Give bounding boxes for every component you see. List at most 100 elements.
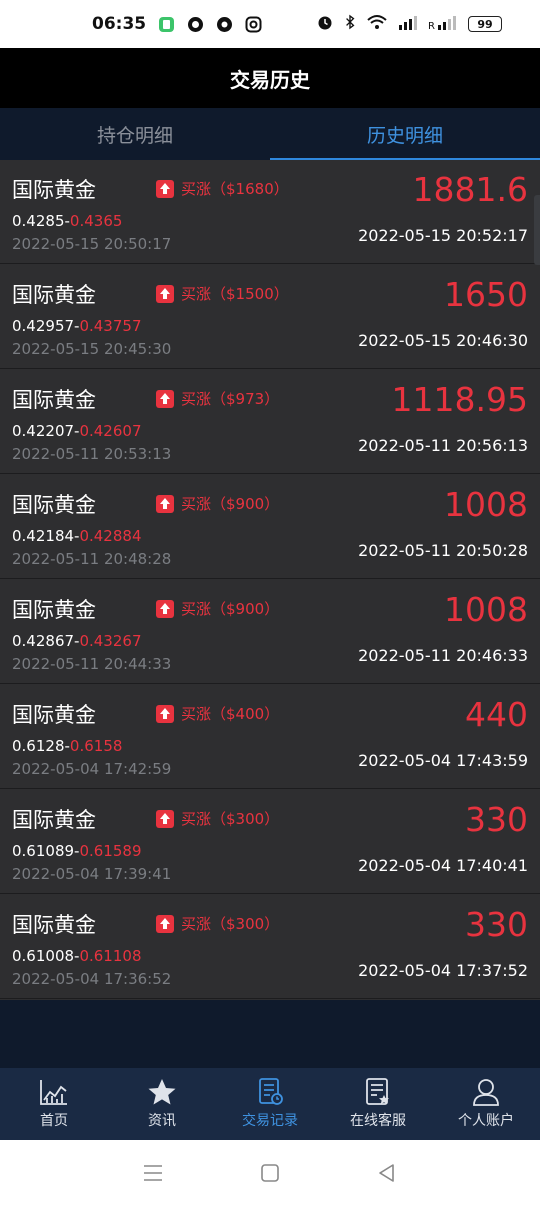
- chrome-icon: [216, 16, 233, 33]
- tab-bar: 持仓明细 历史明细: [0, 108, 540, 160]
- instagram-icon: [245, 16, 262, 33]
- alarm-icon: [316, 13, 334, 35]
- instrument-name: 国际黄金: [12, 913, 96, 937]
- close-time: 2022-05-04 17:37:52: [358, 961, 528, 980]
- price-range: 0.42207-0.42607: [12, 422, 142, 440]
- status-bar: 06:35 R 99: [0, 0, 540, 48]
- chart-icon: [39, 1078, 69, 1106]
- trade-history-list: 国际黄金 买涨（$1680） 1881.6 0.4285-0.4365 2022…: [0, 160, 540, 1000]
- arrow-up-icon: [156, 180, 174, 198]
- settled-amount: 1650: [444, 275, 528, 314]
- nav-news-label: 资讯: [148, 1113, 176, 1129]
- chat-app-icon: [187, 16, 204, 33]
- app-notification-icon: [158, 16, 175, 33]
- instrument-name: 国际黄金: [12, 493, 96, 517]
- nav-online-service[interactable]: 在线客服: [324, 1068, 432, 1140]
- price-range: 0.42184-0.42884: [12, 527, 142, 545]
- svg-text:R: R: [428, 21, 435, 30]
- arrow-up-icon: [156, 285, 174, 303]
- trade-direction: 买涨（$1680）: [181, 180, 289, 198]
- trade-row[interactable]: 国际黄金 买涨（$400） 440 0.6128-0.6158 2022-05-…: [0, 685, 540, 789]
- battery-icon: 99: [468, 16, 502, 32]
- settled-amount: 330: [465, 800, 528, 839]
- trade-row[interactable]: 国际黄金 买涨（$300） 330 0.61089-0.61589 2022-0…: [0, 790, 540, 894]
- bottom-nav: 首页 资讯 交易记录 在线客服 个人账户: [0, 1068, 540, 1140]
- trade-direction: 买涨（$900）: [181, 495, 280, 513]
- wifi-icon: [366, 14, 388, 34]
- settled-amount: 1881.6: [412, 170, 528, 209]
- open-time: 2022-05-04 17:36:52: [12, 970, 172, 988]
- status-time: 06:35: [92, 14, 147, 34]
- price-range: 0.42957-0.43757: [12, 317, 142, 335]
- instrument-name: 国际黄金: [12, 178, 96, 202]
- trade-direction: 买涨（$900）: [181, 600, 280, 618]
- trade-row[interactable]: 国际黄金 买涨（$300） 330 0.61008-0.61108 2022-0…: [0, 895, 540, 999]
- bluetooth-icon: [344, 13, 356, 35]
- records-icon: [255, 1078, 285, 1106]
- close-time: 2022-05-11 20:46:33: [358, 646, 528, 665]
- nav-news[interactable]: 资讯: [108, 1068, 216, 1140]
- settled-amount: 440: [465, 695, 528, 734]
- tab-history[interactable]: 历史明细: [270, 108, 540, 160]
- settled-amount: 1008: [444, 590, 528, 629]
- arrow-up-icon: [156, 705, 174, 723]
- page-title-text: 交易历史: [230, 67, 310, 92]
- arrow-up-icon: [156, 495, 174, 513]
- open-time: 2022-05-04 17:39:41: [12, 865, 172, 883]
- trade-row[interactable]: 国际黄金 买涨（$1500） 1650 0.42957-0.43757 2022…: [0, 265, 540, 369]
- open-time: 2022-05-04 17:42:59: [12, 760, 172, 778]
- close-time: 2022-05-11 20:56:13: [358, 436, 528, 455]
- open-time: 2022-05-15 20:50:17: [12, 235, 172, 253]
- trade-row[interactable]: 国际黄金 买涨（$900） 1008 0.42184-0.42884 2022-…: [0, 475, 540, 579]
- instrument-name: 国际黄金: [12, 283, 96, 307]
- close-time: 2022-05-11 20:50:28: [358, 541, 528, 560]
- nav-personal-account-label: 个人账户: [458, 1113, 514, 1129]
- open-time: 2022-05-11 20:53:13: [12, 445, 172, 463]
- trade-row[interactable]: 国际黄金 买涨（$1680） 1881.6 0.4285-0.4365 2022…: [0, 160, 540, 264]
- system-nav-bar: [0, 1140, 540, 1206]
- nav-trade-records-label: 交易记录: [242, 1113, 298, 1129]
- page-title: 交易历史: [0, 48, 540, 108]
- arrow-up-icon: [156, 390, 174, 408]
- trade-row[interactable]: 国际黄金 买涨（$900） 1008 0.42867-0.43267 2022-…: [0, 580, 540, 684]
- trade-direction: 买涨（$300）: [181, 810, 280, 828]
- nav-home-label: 首页: [40, 1113, 68, 1129]
- price-range: 0.61008-0.61108: [12, 947, 142, 965]
- scrollbar[interactable]: [534, 195, 540, 265]
- close-time: 2022-05-04 17:40:41: [358, 856, 528, 875]
- menu-icon[interactable]: [141, 1161, 165, 1185]
- open-time: 2022-05-11 20:48:28: [12, 550, 172, 568]
- star-icon: [147, 1078, 177, 1106]
- price-range: 0.42867-0.43267: [12, 632, 142, 650]
- settled-amount: 330: [465, 905, 528, 944]
- settled-amount: 1008: [444, 485, 528, 524]
- nav-online-service-label: 在线客服: [350, 1113, 406, 1129]
- close-time: 2022-05-15 20:52:17: [358, 226, 528, 245]
- arrow-up-icon: [156, 600, 174, 618]
- arrow-up-icon: [156, 810, 174, 828]
- open-time: 2022-05-15 20:45:30: [12, 340, 172, 358]
- home-icon[interactable]: [258, 1161, 282, 1185]
- price-range: 0.6128-0.6158: [12, 737, 123, 755]
- person-icon: [471, 1078, 501, 1106]
- nav-personal-account[interactable]: 个人账户: [432, 1068, 540, 1140]
- nav-home[interactable]: 首页: [0, 1068, 108, 1140]
- signal-icon: [398, 15, 418, 34]
- signal-roaming-icon: R: [428, 15, 458, 34]
- tab-positions[interactable]: 持仓明细: [0, 108, 270, 160]
- instrument-name: 国际黄金: [12, 388, 96, 412]
- status-right: R 99: [316, 13, 502, 35]
- close-time: 2022-05-04 17:43:59: [358, 751, 528, 770]
- trade-direction: 买涨（$400）: [181, 705, 280, 723]
- price-range: 0.4285-0.4365: [12, 212, 123, 230]
- service-icon: [363, 1078, 393, 1106]
- instrument-name: 国际黄金: [12, 703, 96, 727]
- status-left: 06:35: [92, 14, 262, 34]
- instrument-name: 国际黄金: [12, 598, 96, 622]
- settled-amount: 1118.95: [391, 380, 528, 419]
- arrow-up-icon: [156, 915, 174, 933]
- trade-row[interactable]: 国际黄金 买涨（$973） 1118.95 0.42207-0.42607 20…: [0, 370, 540, 474]
- nav-trade-records[interactable]: 交易记录: [216, 1068, 324, 1140]
- back-icon[interactable]: [375, 1161, 399, 1185]
- trade-direction: 买涨（$973）: [181, 390, 280, 408]
